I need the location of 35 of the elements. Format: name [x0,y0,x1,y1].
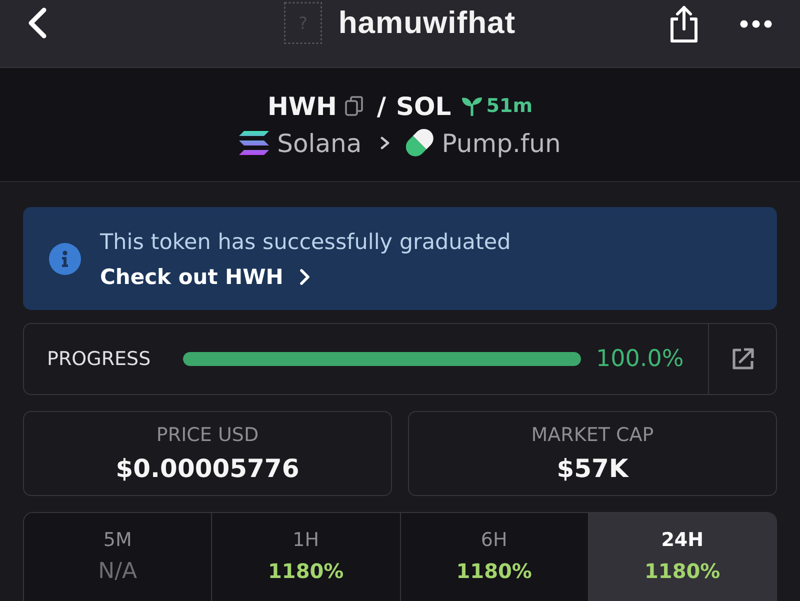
stat-label: PRICE USD [156,424,259,446]
pair-age: 51m [486,95,532,117]
chain-name: Solana [277,128,362,158]
pair-separator: / [376,92,386,120]
striped-bars-icon [239,131,270,155]
timeframe-tab[interactable]: 5M N/A [24,513,212,601]
chevron-icon [380,136,390,150]
token-name-title: hamuwifhat [338,5,516,41]
timeframe-tab[interactable]: 24H 1180% [588,513,776,601]
quote-symbol: SOL [396,92,452,120]
timeframe-tab[interactable]: 1H 1180% [211,513,400,601]
banner-message: This token has successfully graduated [100,230,511,255]
info-icon [49,242,81,274]
timeframe-tab[interactable]: 6H 1180% [400,513,588,601]
copy-button[interactable] [344,96,363,116]
check-out-link[interactable]: Check out HWH [100,265,312,289]
external-link-icon [730,347,754,371]
pill-icon [406,129,434,157]
stat-value: $57K [556,454,628,483]
dex-name: Pump.fun [442,128,561,158]
stat-label: MARKET CAP [531,424,654,446]
progress-label: PROGRESS [47,348,152,370]
stat-value: $0.00005776 [116,454,300,483]
image-placeholder-icon: ? [284,2,322,44]
sprout-icon [461,96,484,116]
share-button[interactable] [668,4,700,44]
back-chevron-icon [26,7,48,39]
copy-icon [344,96,363,116]
chevron-icon [299,268,312,286]
share-icon [668,4,700,44]
base-symbol: HWH [267,92,337,120]
progress-percentage: 100.0% [596,346,685,372]
more-options-button[interactable] [740,20,772,28]
more-icon [740,20,772,28]
back-button[interactable] [26,7,48,39]
